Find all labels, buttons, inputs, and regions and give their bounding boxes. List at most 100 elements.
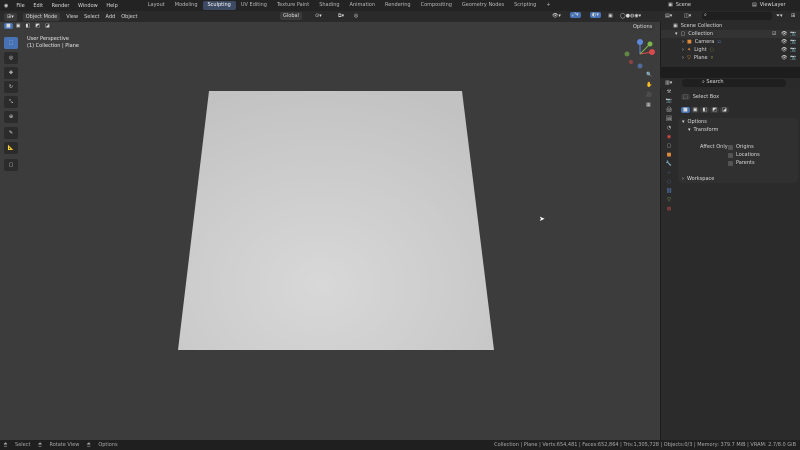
menu-file[interactable]: File xyxy=(16,3,24,9)
collection-checkbox[interactable]: ☑ xyxy=(772,31,776,37)
tab-sculpting[interactable]: Sculpting xyxy=(202,1,236,10)
pan-hand-icon[interactable]: ✋ xyxy=(646,82,652,88)
zoom-icon[interactable]: 🔍 xyxy=(646,72,652,78)
move-tool-icon[interactable]: ✥ xyxy=(4,67,18,79)
menu-add[interactable]: Add xyxy=(106,14,116,20)
physics-tab-icon[interactable]: ◌ xyxy=(667,179,671,185)
render-tab-icon[interactable]: 📷 xyxy=(666,98,672,104)
collection-camera-icon[interactable]: 📷 xyxy=(790,31,796,37)
tab-rendering[interactable]: Rendering xyxy=(380,1,416,10)
origins-option[interactable]: Origins xyxy=(728,143,754,151)
collection-tab-icon[interactable]: ▢ xyxy=(667,143,672,149)
tab-shading[interactable]: Shading xyxy=(314,1,344,10)
overlays-toggle-icon[interactable]: ◐▾ xyxy=(590,12,601,18)
view-layer-tab-icon[interactable]: 🖼 xyxy=(666,116,672,122)
outliner-item-plane[interactable]: › ▽ Plane ▿ 👁 📷 xyxy=(661,54,800,62)
expand-arrow-icon[interactable]: › xyxy=(682,47,684,53)
data-tab-icon[interactable]: ▽ xyxy=(667,197,671,203)
locations-checkbox[interactable] xyxy=(728,152,733,158)
3d-viewport[interactable]: ■ ▣ ◧ ◩ ◪ User Perspective (1) Collectio… xyxy=(0,22,660,440)
menu-select[interactable]: Select xyxy=(84,14,99,20)
visibility-icon[interactable]: 👁▾ xyxy=(552,13,561,19)
locations-option[interactable]: Locations xyxy=(728,151,760,159)
select-new-icon[interactable]: ■ xyxy=(4,23,13,29)
editor-type-button[interactable]: ⊞▾ xyxy=(4,12,17,21)
new-collection-icon[interactable]: ⊞ xyxy=(791,13,795,19)
expand-arrow-icon[interactable]: › xyxy=(682,176,684,182)
outliner-editor-icon[interactable]: ▤▾ xyxy=(665,13,672,19)
select-invert-icon[interactable]: ◩ xyxy=(33,23,42,29)
snap-icon[interactable]: ⧉▾ xyxy=(338,13,344,19)
xray-icon[interactable]: ▣ xyxy=(608,13,613,19)
camera-render-icon[interactable]: 📷 xyxy=(790,39,796,45)
tab-scripting[interactable]: Scripting xyxy=(509,1,541,10)
collapse-arrow-icon[interactable]: ▾ xyxy=(682,119,685,125)
select-box-tool-icon[interactable]: ⬚ xyxy=(4,37,18,49)
collection-eye-icon[interactable]: 👁 xyxy=(781,31,787,37)
parents-option[interactable]: Parents xyxy=(728,159,755,167)
parents-checkbox[interactable] xyxy=(728,160,733,166)
tab-geometry-nodes[interactable]: Geometry Nodes xyxy=(457,1,509,10)
outliner-item-light[interactable]: › ✦ Light ◌ 👁 📷 xyxy=(661,46,800,54)
outliner-search-input[interactable]: ⌕ xyxy=(702,12,772,20)
viewlayer-selector[interactable]: ▤ ViewLayer xyxy=(752,2,786,8)
shading-modes[interactable]: ◯●◍◉▾ xyxy=(620,13,641,19)
options-panel-header[interactable]: ▾ Options xyxy=(678,118,798,126)
cursor-tool-icon[interactable]: ◎ xyxy=(4,52,18,64)
tab-compositing[interactable]: Compositing xyxy=(416,1,457,10)
modifier-tab-icon[interactable]: 🔧 xyxy=(666,161,672,167)
select-subtract-icon[interactable]: ◧ xyxy=(23,23,33,29)
properties-editor-icon[interactable]: ▥▾ xyxy=(665,80,672,86)
select-intersect-icon[interactable]: ◪ xyxy=(42,23,52,29)
light-render-icon[interactable]: 📷 xyxy=(790,47,796,53)
orientation-dropdown[interactable]: Global xyxy=(280,12,302,20)
world-tab-icon[interactable]: ◉ xyxy=(667,134,671,140)
workspace-panel-header[interactable]: › Workspace xyxy=(678,174,798,183)
plane-render-icon[interactable]: 📷 xyxy=(790,55,796,61)
menu-window[interactable]: Window xyxy=(78,3,98,9)
outliner-collection[interactable]: ▾ ▢ Collection ☑ 👁 📷 xyxy=(661,30,800,38)
collapse-arrow-icon[interactable]: ▾ xyxy=(688,127,691,133)
mode-new-icon[interactable]: ■ xyxy=(681,107,690,113)
gizmo-toggle-icon[interactable]: ⤢▾ xyxy=(570,12,581,18)
output-tab-icon[interactable]: 🖨 xyxy=(666,107,672,113)
annotate-tool-icon[interactable]: ✎ xyxy=(4,127,18,139)
scene-selector[interactable]: ▣ Scene xyxy=(668,2,691,8)
tab-texture-paint[interactable]: Texture Paint xyxy=(272,1,314,10)
camera-eye-icon[interactable]: 👁 xyxy=(781,39,787,45)
plane-mesh[interactable] xyxy=(175,88,500,353)
ortho-grid-icon[interactable]: ▦ xyxy=(646,102,652,108)
tab-uv-editing[interactable]: UV Editing xyxy=(236,1,272,10)
select-extend-icon[interactable]: ▣ xyxy=(13,23,23,29)
object-tab-icon[interactable]: ■ xyxy=(667,152,672,158)
measure-tool-icon[interactable]: 📐 xyxy=(4,142,18,154)
rotate-tool-icon[interactable]: ↻ xyxy=(4,81,18,93)
transform-tool-icon[interactable]: ⊕ xyxy=(4,111,18,123)
light-eye-icon[interactable]: 👁 xyxy=(781,47,787,53)
mode-invert-icon[interactable]: ◩ xyxy=(710,107,719,113)
blender-logo-icon[interactable]: ◉ xyxy=(4,3,8,9)
expand-arrow-icon[interactable]: › xyxy=(682,39,684,45)
display-mode-icon[interactable]: ◫▾ xyxy=(684,13,691,19)
tab-layout[interactable]: Layout xyxy=(143,1,170,10)
menu-render[interactable]: Render xyxy=(52,3,70,9)
outliner-item-camera[interactable]: › ■ Camera ▫ 👁 📷 xyxy=(661,38,800,46)
origins-checkbox[interactable] xyxy=(728,144,733,150)
camera-view-icon[interactable]: 🎥 xyxy=(646,92,652,98)
options-dropdown[interactable]: Options xyxy=(630,23,656,31)
menu-help[interactable]: Help xyxy=(106,3,117,9)
transform-subpanel-header[interactable]: ▾ Transform xyxy=(678,126,798,134)
material-tab-icon[interactable]: ◍ xyxy=(667,206,671,212)
menu-view[interactable]: View xyxy=(66,14,78,20)
menu-object[interactable]: Object xyxy=(121,14,137,20)
tool-tab-icon[interactable]: ⚒ xyxy=(667,89,671,95)
expand-arrow-icon[interactable]: › xyxy=(682,55,684,61)
tab-modeling[interactable]: Modeling xyxy=(170,1,203,10)
constraints-tab-icon[interactable]: ⛓ xyxy=(666,188,672,194)
menu-edit[interactable]: Edit xyxy=(33,3,43,9)
filter-icon[interactable]: ⏷▾ xyxy=(776,13,783,19)
scale-tool-icon[interactable]: ⤡ xyxy=(4,96,18,108)
mode-intersect-icon[interactable]: ◪ xyxy=(719,107,729,113)
plane-eye-icon[interactable]: 👁 xyxy=(781,55,787,61)
mode-extend-icon[interactable]: ▣ xyxy=(690,107,700,113)
